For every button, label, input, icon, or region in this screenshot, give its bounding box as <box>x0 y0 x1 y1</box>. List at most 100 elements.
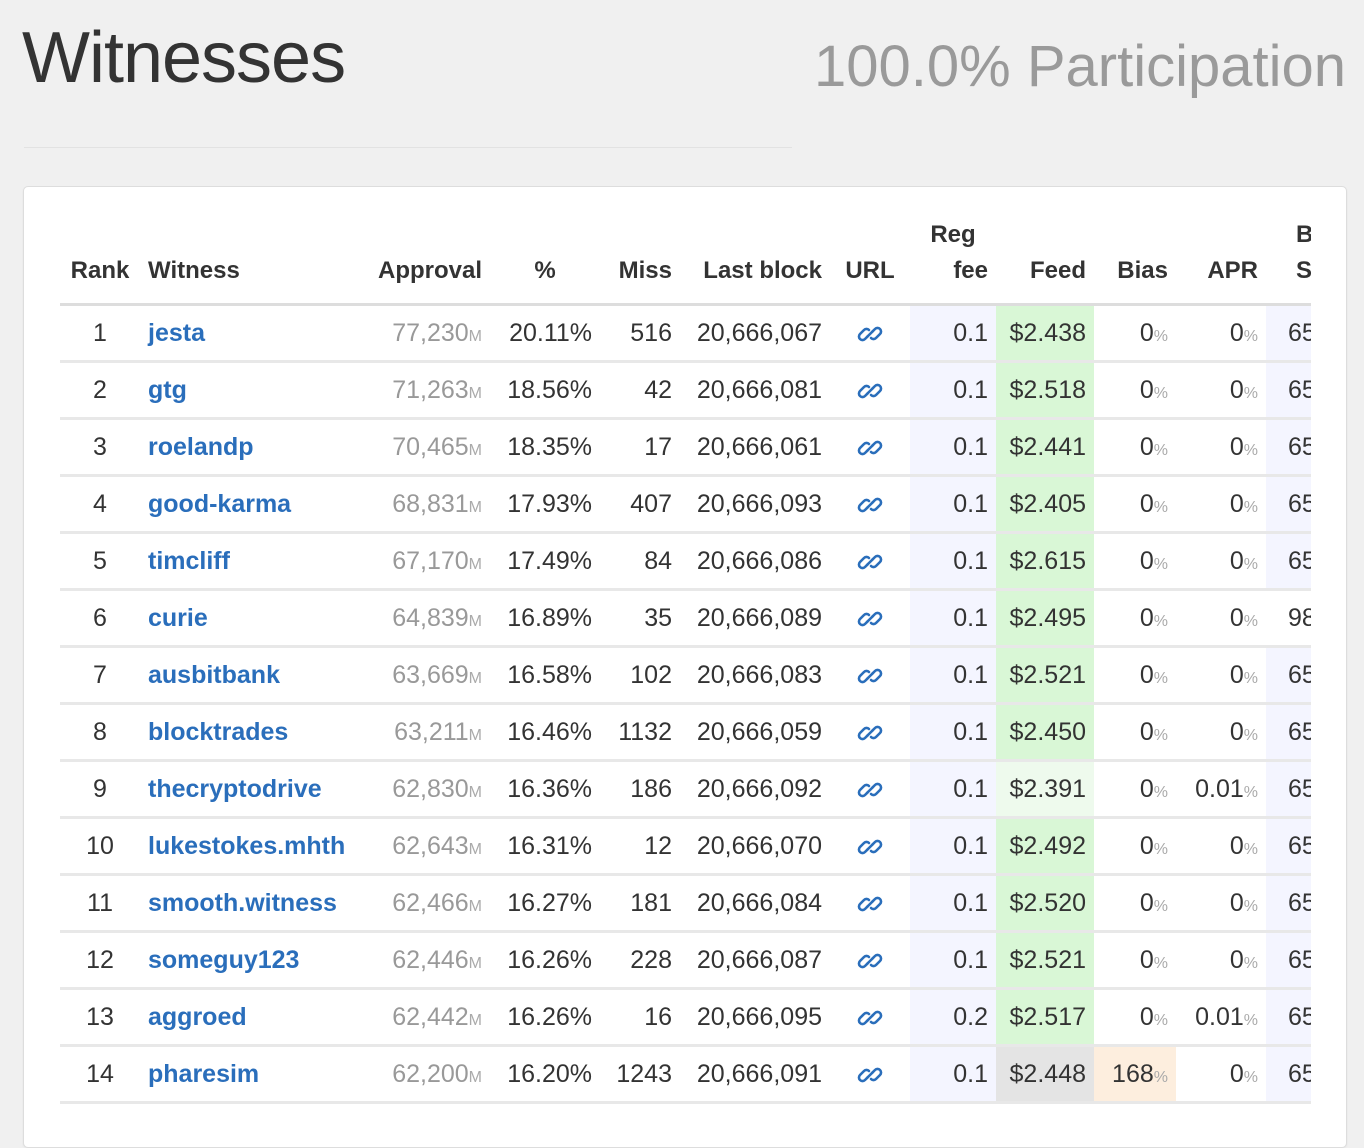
reg-fee-cell: 0.1 <box>910 304 996 363</box>
witness-cell: blocktrades <box>140 703 360 762</box>
apr-value: 0 <box>1229 432 1244 461</box>
approval-cell: 62,643M <box>360 817 490 876</box>
header-approval[interactable]: Approval <box>360 217 490 306</box>
table-row: 2 gtg 71,263M 18.56% 42 20,666,081 0.1 $… <box>60 361 1311 420</box>
link-icon[interactable] <box>857 834 883 860</box>
rank-cell: 8 <box>60 703 140 762</box>
witness-name-link[interactable]: aggroed <box>148 1003 247 1031</box>
header-last-block[interactable]: Last block <box>680 217 830 306</box>
link-icon[interactable] <box>857 549 883 575</box>
witness-name-link[interactable]: gtg <box>148 376 187 404</box>
block-size-cell: 65, <box>1266 988 1311 1047</box>
witness-name-link[interactable]: jesta <box>148 319 205 347</box>
header-percent[interactable]: % <box>490 217 600 306</box>
witness-name-link[interactable]: blocktrades <box>148 718 288 746</box>
apr-cell: 0% <box>1176 532 1266 591</box>
link-icon[interactable] <box>857 948 883 974</box>
block-size-cell: 65, <box>1266 760 1311 819</box>
bias-unit: % <box>1153 954 1168 972</box>
link-icon[interactable] <box>857 492 883 518</box>
apr-value: 0 <box>1229 1059 1244 1088</box>
header-apr[interactable]: APR <box>1176 217 1266 306</box>
link-icon[interactable] <box>857 606 883 632</box>
reg-fee-cell: 0.1 <box>910 646 996 705</box>
link-icon[interactable] <box>857 663 883 689</box>
link-icon[interactable] <box>857 720 883 746</box>
witness-cell: thecryptodrive <box>140 760 360 819</box>
table-scroll-area[interactable]: Rank Witness Approval % Miss Last block … <box>60 217 1311 1147</box>
approval-unit: M <box>468 669 482 687</box>
witness-name-link[interactable]: curie <box>148 604 208 632</box>
link-icon[interactable] <box>857 1005 883 1031</box>
witness-cell: timcliff <box>140 532 360 591</box>
bias-value: 0 <box>1139 888 1154 917</box>
reg-fee-cell: 0.1 <box>910 418 996 477</box>
rank-cell: 1 <box>60 304 140 363</box>
witness-name-link[interactable]: ausbitbank <box>148 661 280 689</box>
bias-cell: 0% <box>1094 304 1176 363</box>
header-bias[interactable]: Bias <box>1094 217 1176 306</box>
link-icon[interactable] <box>857 1062 883 1088</box>
header-feed[interactable]: Feed <box>996 217 1094 306</box>
link-icon[interactable] <box>857 435 883 461</box>
apr-value: 0.01 <box>1195 1002 1244 1031</box>
link-icon[interactable] <box>857 891 883 917</box>
feed-cell: $2.521 <box>996 931 1094 990</box>
header-rank[interactable]: Rank <box>60 217 140 306</box>
link-icon[interactable] <box>857 321 883 347</box>
header-reg-fee[interactable]: Reg fee <box>910 217 996 306</box>
approval-cell: 68,831M <box>360 475 490 534</box>
witness-name-link[interactable]: thecryptodrive <box>148 775 322 803</box>
miss-cell: 181 <box>600 874 680 933</box>
last-block-cell: 20,666,089 <box>680 589 830 648</box>
feed-cell: $2.450 <box>996 703 1094 762</box>
approval-cell: 71,263M <box>360 361 490 420</box>
bias-value: 0 <box>1139 831 1154 860</box>
witness-name-link[interactable]: lukestokes.mhth <box>148 832 345 860</box>
header-block-size[interactable]: Bl S <box>1266 217 1311 306</box>
header-witness[interactable]: Witness <box>140 217 360 306</box>
link-icon[interactable] <box>857 378 883 404</box>
table-header-row: Rank Witness Approval % Miss Last block … <box>60 217 1311 306</box>
apr-unit: % <box>1243 327 1258 345</box>
reg-fee-cell: 0.1 <box>910 931 996 990</box>
percent-cell: 17.93% <box>490 475 600 534</box>
apr-cell: 0% <box>1176 361 1266 420</box>
apr-unit: % <box>1243 897 1258 915</box>
rank-cell: 11 <box>60 874 140 933</box>
url-cell <box>830 418 910 477</box>
bias-unit: % <box>1153 840 1168 858</box>
page-title: Witnesses <box>22 18 346 98</box>
percent-cell: 16.27% <box>490 874 600 933</box>
bias-value: 0 <box>1139 489 1154 518</box>
rank-cell: 13 <box>60 988 140 1047</box>
url-cell <box>830 760 910 819</box>
witness-name-link[interactable]: timcliff <box>148 547 230 575</box>
apr-cell: 0% <box>1176 1045 1266 1104</box>
bias-unit: % <box>1153 555 1168 573</box>
percent-cell: 20.11% <box>490 304 600 363</box>
witness-name-link[interactable]: pharesim <box>148 1060 259 1088</box>
url-cell <box>830 817 910 876</box>
apr-cell: 0% <box>1176 589 1266 648</box>
percent-cell: 16.58% <box>490 646 600 705</box>
miss-cell: 1132 <box>600 703 680 762</box>
apr-cell: 0% <box>1176 703 1266 762</box>
witness-cell: curie <box>140 589 360 648</box>
witness-name-link[interactable]: smooth.witness <box>148 889 337 917</box>
block-size-cell: 65, <box>1266 418 1311 477</box>
header-miss[interactable]: Miss <box>600 217 680 306</box>
apr-cell: 0.01% <box>1176 760 1266 819</box>
rank-cell: 14 <box>60 1045 140 1104</box>
link-icon[interactable] <box>857 777 883 803</box>
table-row: 9 thecryptodrive 62,830M 16.36% 186 20,6… <box>60 760 1311 819</box>
table-row: 4 good-karma 68,831M 17.93% 407 20,666,0… <box>60 475 1311 534</box>
rank-cell: 12 <box>60 931 140 990</box>
approval-value: 62,200 <box>392 1059 469 1088</box>
witness-name-link[interactable]: good-karma <box>148 490 291 518</box>
bias-unit: % <box>1153 897 1168 915</box>
witness-name-link[interactable]: someguy123 <box>148 946 299 974</box>
bias-value: 0 <box>1139 1002 1154 1031</box>
witness-name-link[interactable]: roelandp <box>148 433 254 461</box>
table-row: 10 lukestokes.mhth 62,643M 16.31% 12 20,… <box>60 817 1311 876</box>
